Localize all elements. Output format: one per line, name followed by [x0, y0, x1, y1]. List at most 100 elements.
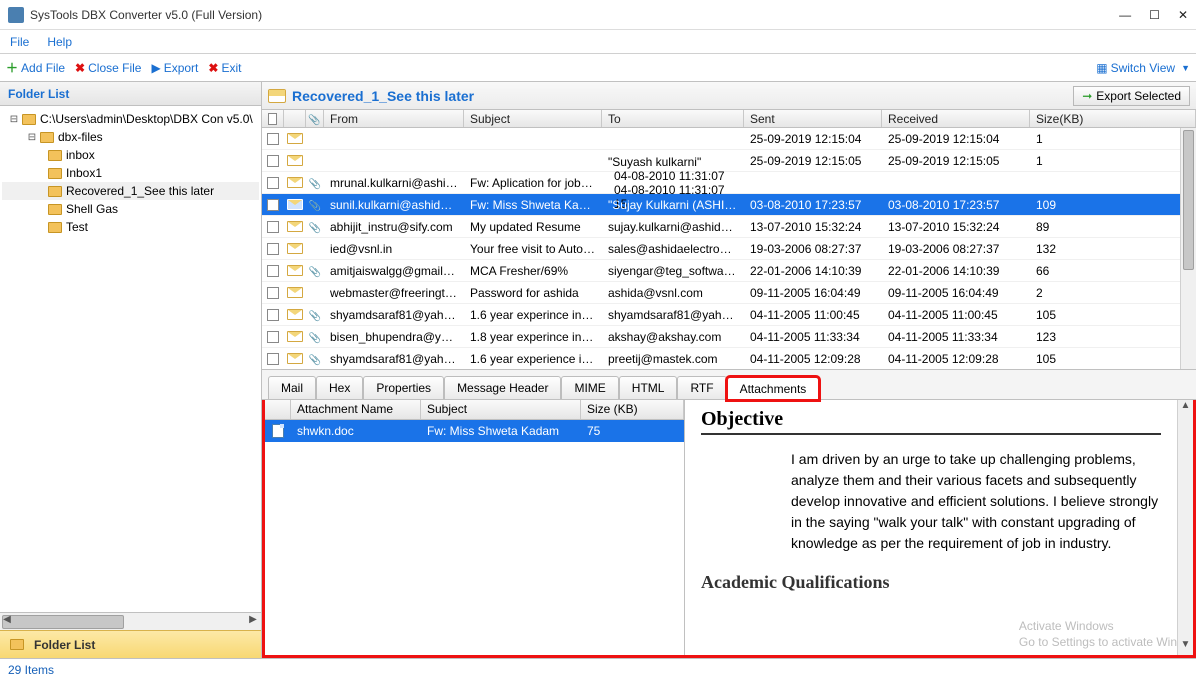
col-size[interactable]: Size(KB) [1030, 110, 1196, 127]
table-row[interactable]: bisen_bhupendra@yah…1.8 year experince i… [262, 326, 1196, 348]
preview-heading-2: Academic Qualifications [701, 572, 1161, 593]
col-received[interactable]: Received [882, 110, 1030, 127]
tree-item-recovered[interactable]: Recovered_1_See this later [2, 182, 259, 200]
mail-icon [287, 287, 303, 298]
folder-icon [48, 168, 62, 179]
tab-mime[interactable]: MIME [561, 376, 618, 399]
attachment-list: Attachment Name Subject Size (KB) shwkn.… [265, 400, 685, 655]
col-to[interactable]: To [602, 110, 744, 127]
table-row[interactable]: shyamdsaraf81@yahoo…1.6 year experince i… [262, 304, 1196, 326]
menu-help[interactable]: Help [47, 35, 72, 49]
row-checkbox[interactable] [267, 221, 279, 233]
maximize-button[interactable]: ☐ [1149, 8, 1160, 22]
row-checkbox[interactable] [267, 199, 279, 211]
tab-hex[interactable]: Hex [316, 376, 363, 399]
col-att-subject[interactable]: Subject [421, 400, 581, 419]
export-selected-button[interactable]: ➞Export Selected [1073, 86, 1190, 106]
menubar: File Help [0, 30, 1196, 54]
paperclip-icon [309, 308, 321, 322]
col-from[interactable]: From [324, 110, 464, 127]
paperclip-icon [309, 352, 321, 366]
tab-message-header[interactable]: Message Header [444, 376, 561, 399]
folder-icon [48, 204, 62, 215]
minimize-button[interactable]: — [1119, 8, 1131, 22]
exit-button[interactable]: ✖Exit [208, 61, 241, 75]
tab-mail[interactable]: Mail [268, 376, 316, 399]
col-sent[interactable]: Sent [744, 110, 882, 127]
col-subject[interactable]: Subject [464, 110, 602, 127]
table-row[interactable]: webmaster@freerington…Password for ashid… [262, 282, 1196, 304]
attachment-header: Attachment Name Subject Size (KB) [265, 400, 684, 420]
col-att-name[interactable]: Attachment Name [291, 400, 421, 419]
mail-icon [287, 199, 303, 210]
folder-tree[interactable]: ⊟C:\Users\admin\Desktop\DBX Con v5.0\ ⊟d… [0, 106, 261, 612]
export-button[interactable]: ▶Export [151, 61, 198, 75]
folder-list-footer[interactable]: Folder List [0, 630, 261, 658]
paperclip-icon [309, 198, 321, 212]
row-checkbox[interactable] [267, 177, 279, 189]
titlebar: SysTools DBX Converter v5.0 (Full Versio… [0, 0, 1196, 30]
status-bar: 29 Items [0, 658, 1196, 680]
col-attachment[interactable] [306, 110, 324, 127]
window-title: SysTools DBX Converter v5.0 (Full Versio… [30, 8, 1119, 22]
paperclip-icon [309, 330, 321, 344]
document-icon [272, 424, 284, 438]
mail-icon [287, 353, 303, 364]
folder-icon [48, 222, 62, 233]
windows-watermark: Activate WindowsGo to Settings to activa… [1019, 614, 1177, 649]
folder-icon [10, 639, 24, 650]
table-row[interactable]: amitjaiswalgg@gmail.comMCA Fresher/69%si… [262, 260, 1196, 282]
tree-root[interactable]: ⊟C:\Users\admin\Desktop\DBX Con v5.0\ [2, 110, 259, 128]
export-icon: ➞ [1082, 89, 1092, 103]
row-checkbox[interactable] [267, 331, 279, 343]
preview-scrollbar[interactable]: ▲▼ [1177, 400, 1193, 655]
chevron-down-icon: ▼ [1181, 63, 1190, 73]
attachments-panel: Attachment Name Subject Size (KB) shwkn.… [262, 400, 1196, 658]
preview-body: I am driven by an urge to take up challe… [791, 449, 1161, 554]
table-row[interactable]: ied@vsnl.inYour free visit to Automa…sal… [262, 238, 1196, 260]
paperclip-icon [309, 176, 321, 190]
row-checkbox[interactable] [267, 353, 279, 365]
row-checkbox[interactable] [267, 265, 279, 277]
col-att-size[interactable]: Size (KB) [581, 400, 684, 419]
row-checkbox[interactable] [267, 133, 279, 145]
row-checkbox[interactable] [267, 243, 279, 255]
vscrollbar[interactable] [1180, 128, 1196, 369]
row-checkbox[interactable] [267, 155, 279, 167]
menu-file[interactable]: File [10, 35, 29, 49]
col-checkbox[interactable] [262, 110, 284, 127]
row-checkbox[interactable] [267, 309, 279, 321]
table-row[interactable]: 25-09-2019 12:15:0425-09-2019 12:15:041 [262, 128, 1196, 150]
table-row[interactable]: shyamdsaraf81@yahoo…1.6 year experience … [262, 348, 1196, 370]
table-row[interactable]: abhijit_instru@sify.comMy updated Resume… [262, 216, 1196, 238]
mail-icon [287, 331, 303, 342]
mail-grid[interactable]: 25-09-2019 12:15:0425-09-2019 12:15:0412… [262, 128, 1196, 370]
table-row[interactable]: mrunal.kulkarni@ashida…Fw: Aplication fo… [262, 172, 1196, 194]
tree-item-inbox1[interactable]: Inbox1 [2, 164, 259, 182]
tab-html[interactable]: HTML [619, 376, 678, 399]
tree-item-test[interactable]: Test [2, 218, 259, 236]
attachment-row[interactable]: shwkn.doc Fw: Miss Shweta Kadam 75 [265, 420, 684, 442]
tree-node-dbxfiles[interactable]: ⊟dbx-files [2, 128, 259, 146]
mail-icon [287, 133, 303, 144]
play-icon: ▶ [151, 61, 160, 75]
x-icon: ✖ [208, 61, 218, 75]
mail-icon [287, 177, 303, 188]
close-button[interactable]: ✕ [1178, 8, 1188, 22]
switch-view-button[interactable]: ▦Switch View▼ [1096, 61, 1190, 75]
mail-icon [287, 309, 303, 320]
close-icon: ✖ [75, 61, 85, 75]
col-icon[interactable] [284, 110, 306, 127]
hscrollbar[interactable]: ◀▶ [0, 612, 261, 630]
tree-item-inbox[interactable]: inbox [2, 146, 259, 164]
row-checkbox[interactable] [267, 287, 279, 299]
preview-heading: Objective [701, 408, 1161, 435]
tree-item-shellgas[interactable]: Shell Gas [2, 200, 259, 218]
close-file-button[interactable]: ✖Close File [75, 61, 141, 75]
tab-properties[interactable]: Properties [363, 376, 444, 399]
add-file-button[interactable]: ＋Add File [6, 59, 65, 76]
table-row[interactable]: sunil.kulkarni@ashidael…Fw: Miss Shweta … [262, 194, 1196, 216]
tab-rtf[interactable]: RTF [677, 376, 726, 399]
plus-icon: ＋ [6, 59, 18, 76]
tab-attachments[interactable]: Attachments [727, 377, 820, 400]
